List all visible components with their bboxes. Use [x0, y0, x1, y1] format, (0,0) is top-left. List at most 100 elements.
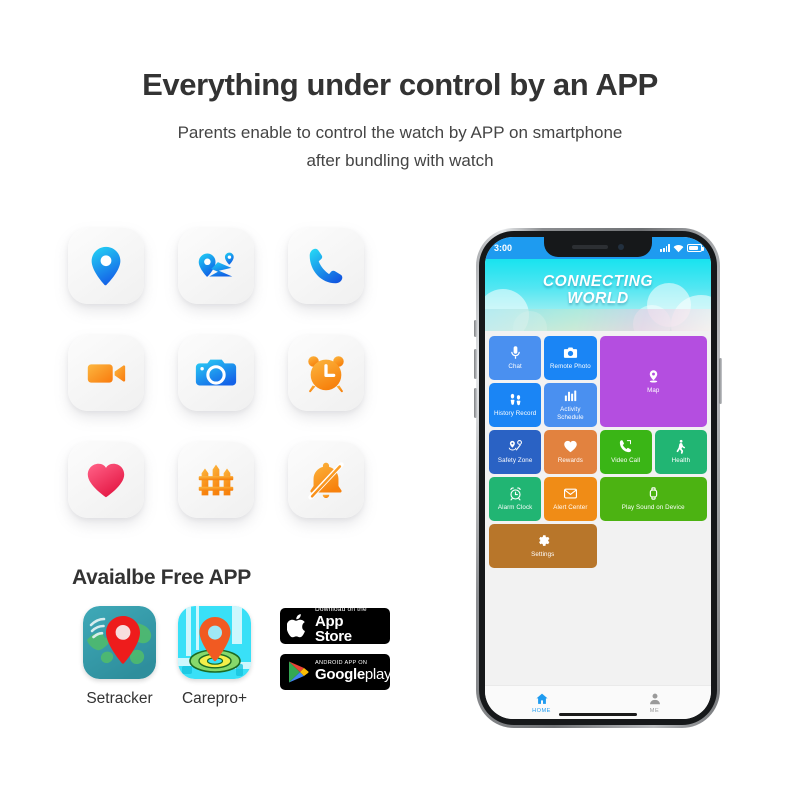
- alarm-clock-icon: [288, 335, 364, 411]
- google-play-badge[interactable]: ANDROID APP ON Googleplay: [280, 654, 392, 690]
- bar-chart-icon: [564, 390, 577, 402]
- app-item-carepro[interactable]: Carepro+: [167, 606, 262, 708]
- tile-label: Chat: [508, 363, 522, 371]
- phone-call-icon: [620, 440, 632, 453]
- tile-label: Remote Photo: [549, 363, 591, 371]
- signal-bars-icon: [660, 244, 670, 252]
- feature-icon-cell: [178, 335, 288, 442]
- earpiece-speaker: [572, 245, 608, 249]
- heart-icon: [564, 441, 577, 453]
- available-apps-row: Setracker Carepro+ Download on the App S…: [72, 606, 402, 708]
- tile-label: Video Call: [611, 457, 641, 465]
- tab-label-me: ME: [649, 707, 660, 714]
- tile-map[interactable]: Map: [599, 336, 707, 427]
- video-camera-icon: [68, 335, 144, 411]
- tile-history-record[interactable]: History Record: [489, 383, 542, 427]
- home-indicator[interactable]: [559, 713, 637, 716]
- app-store-badge-bottom: App Store: [315, 612, 352, 646]
- tab-label-home: HOME: [532, 707, 551, 714]
- phone-power-button[interactable]: [719, 358, 722, 404]
- alarm-clock-icon: [509, 487, 521, 501]
- feature-icon-cell: [68, 228, 178, 335]
- tile-label: Play Sound on Device: [621, 504, 685, 512]
- app-item-setracker[interactable]: Setracker: [72, 606, 167, 708]
- status-bar-time: 3:00: [494, 243, 513, 253]
- camera-icon: [563, 347, 577, 358]
- person-icon: [649, 693, 660, 704]
- feature-icon-cell: [178, 228, 288, 335]
- tile-safety-zone[interactable]: Safety Zone: [489, 430, 542, 474]
- phone-screen: 3:00 CONNECTING WORLD Chat Remote Photo …: [485, 237, 711, 719]
- bottom-tab-bar: HOME ME: [485, 685, 711, 719]
- phone-call-icon: [288, 228, 364, 304]
- feature-icon-cell: [288, 442, 398, 549]
- tile-chat[interactable]: Chat: [489, 336, 542, 380]
- hero-title: CONNECTING WORLD: [485, 273, 711, 308]
- hero-title-line-1: CONNECTING: [542, 273, 654, 290]
- tile-label: Health: [671, 457, 691, 465]
- battery-icon: [687, 244, 704, 252]
- status-bar-indicators: [660, 244, 704, 253]
- google-play-badge-bottom: Googleplay: [315, 666, 392, 684]
- carepro-app-icon: [178, 606, 251, 679]
- gear-icon: [539, 535, 550, 546]
- page-title: Everything under control by an APP: [142, 67, 658, 102]
- tile-play-sound-on-device[interactable]: Play Sound on Device: [599, 477, 707, 521]
- front-camera-icon: [618, 244, 624, 250]
- feature-icon-cell: [68, 335, 178, 442]
- google-play-logo-icon: [289, 661, 309, 683]
- hero-banner: CONNECTING WORLD: [485, 259, 711, 331]
- tab-me[interactable]: ME: [598, 692, 711, 714]
- tile-label: History Record: [493, 410, 537, 418]
- tab-home[interactable]: HOME: [485, 692, 598, 714]
- envelope-icon: [563, 488, 577, 499]
- tile-label: Activity Schedule: [557, 406, 584, 421]
- phone-volume-up-button[interactable]: [474, 349, 477, 379]
- tile-label: Alert Center: [553, 504, 588, 512]
- page-subtitle-line-2: after bundling with watch: [306, 151, 494, 171]
- hero-title-line-2: WORLD: [567, 290, 629, 308]
- feature-icon-cell: [178, 442, 288, 549]
- tile-remote-photo[interactable]: Remote Photo: [544, 336, 597, 380]
- location-pin-icon: [68, 228, 144, 304]
- phone-mute-switch[interactable]: [474, 320, 477, 337]
- home-icon: [535, 693, 548, 704]
- app-label-setracker: Setracker: [86, 690, 153, 707]
- available-apps-section: Avaialbe Free APP Setracker Carepro+ Dow…: [72, 566, 402, 708]
- walking-person-icon: [676, 440, 686, 454]
- tile-health[interactable]: Health: [654, 430, 707, 474]
- app-store-badge[interactable]: Download on the App Store: [280, 606, 390, 646]
- tile-label: Map: [647, 386, 660, 394]
- tile-label: Rewards: [557, 457, 583, 465]
- feature-icon-grid: [68, 228, 408, 549]
- available-apps-title: Avaialbe Free APP: [72, 566, 251, 589]
- feature-icon-cell: [288, 335, 398, 442]
- tile-settings[interactable]: Settings: [489, 524, 597, 568]
- tile-alert-center[interactable]: Alert Center: [544, 477, 597, 521]
- footprints-icon: [510, 394, 521, 406]
- app-tile-area: Chat Remote Photo Map History Record Act…: [485, 331, 711, 685]
- tile-activity-schedule[interactable]: Activity Schedule: [544, 383, 597, 427]
- tile-video-call[interactable]: Video Call: [599, 430, 652, 474]
- phone-mockup: 3:00 CONNECTING WORLD Chat Remote Photo …: [474, 228, 722, 728]
- phone-notch: [544, 237, 652, 257]
- map-pin-icon: [649, 369, 657, 383]
- feature-icon-cell: [288, 228, 398, 335]
- tile-alarm-clock[interactable]: Alarm Clock: [489, 477, 542, 521]
- page-subtitle-line-1: Parents enable to control the watch by A…: [177, 123, 623, 143]
- page-header: Everything under control by an APP Paren…: [0, 0, 800, 175]
- setracker-app-icon: [83, 606, 156, 679]
- bell-off-icon: [288, 442, 364, 518]
- store-badges: Download on the App Store ANDROID APP ON…: [280, 606, 392, 690]
- app-label-carepro: Carepro+: [181, 690, 248, 707]
- watch-icon: [649, 487, 657, 500]
- microphone-icon: [510, 346, 520, 359]
- page-subtitle: Parents enable to control the watch by A…: [0, 119, 800, 175]
- hero-ground: [485, 309, 711, 331]
- tile-label: Settings: [531, 551, 555, 559]
- apple-logo-icon: [287, 614, 305, 638]
- feature-icon-cell: [68, 442, 178, 549]
- heart-icon: [68, 442, 144, 518]
- phone-volume-down-button[interactable]: [474, 388, 477, 418]
- tile-rewards[interactable]: Rewards: [544, 430, 597, 474]
